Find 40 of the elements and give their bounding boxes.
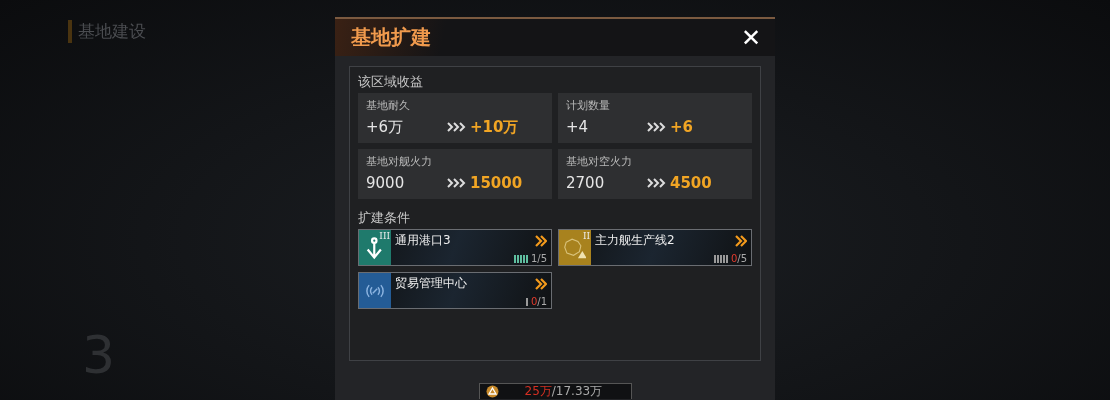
stat-current-value: 2700 [566,174,606,192]
stat-current-value: +4 [566,118,590,136]
triple-chevron-icon [446,178,466,188]
condition-name: 通用港口3 [395,232,451,249]
condition-name: 贸易管理中心 [395,275,467,292]
double-chevron-icon [535,234,547,247]
progress-count: 0/5 [730,253,747,264]
progress-pips-icon [513,254,529,263]
stat-next-value: 4500 [670,174,712,192]
tier-label: III [379,231,390,241]
progress-count: 1/5 [530,253,547,264]
triple-chevron-icon [446,122,466,132]
stat-current-value: +6万 [366,117,405,137]
section-label: 扩建条件 [358,209,411,227]
close-button[interactable]: ✕ [736,23,765,52]
stat-current-value: 9000 [366,174,406,192]
condition-card[interactable]: II 主力舰生产线2 0/5 [558,229,752,266]
cost-amount: 25万/17.33万 [524,383,603,400]
dialog-title: 基地扩建 [351,24,431,51]
stat-label: 基地对舰火力 [366,154,433,170]
triangle-coin-icon [485,385,499,398]
progress-pips-icon [713,254,729,263]
double-chevron-icon [735,234,747,247]
tier-label: II [582,231,590,241]
condition-card[interactable]: III 通用港口3 1/5 [358,229,552,266]
stat-next-value: 15000 [470,174,523,192]
condition-card[interactable]: 贸易管理中心 0/1 [358,272,552,309]
stat-next-value: +10万 [470,117,519,137]
double-chevron-icon [535,277,547,290]
stat-label: 计划数量 [566,98,611,114]
condition-name: 主力舰生产线2 [595,232,675,249]
screen-title: 基地建设 [68,20,146,43]
section-label: 该区域收益 [358,73,424,91]
stat-next-value: +6 [670,118,693,136]
triple-chevron-icon [646,122,666,132]
triple-chevron-icon [646,178,666,188]
stat-label: 基地对空火力 [566,154,633,170]
progress-pips-icon [525,297,529,306]
progress-count: 0/1 [530,296,547,307]
stat-label: 基地耐久 [366,98,411,114]
